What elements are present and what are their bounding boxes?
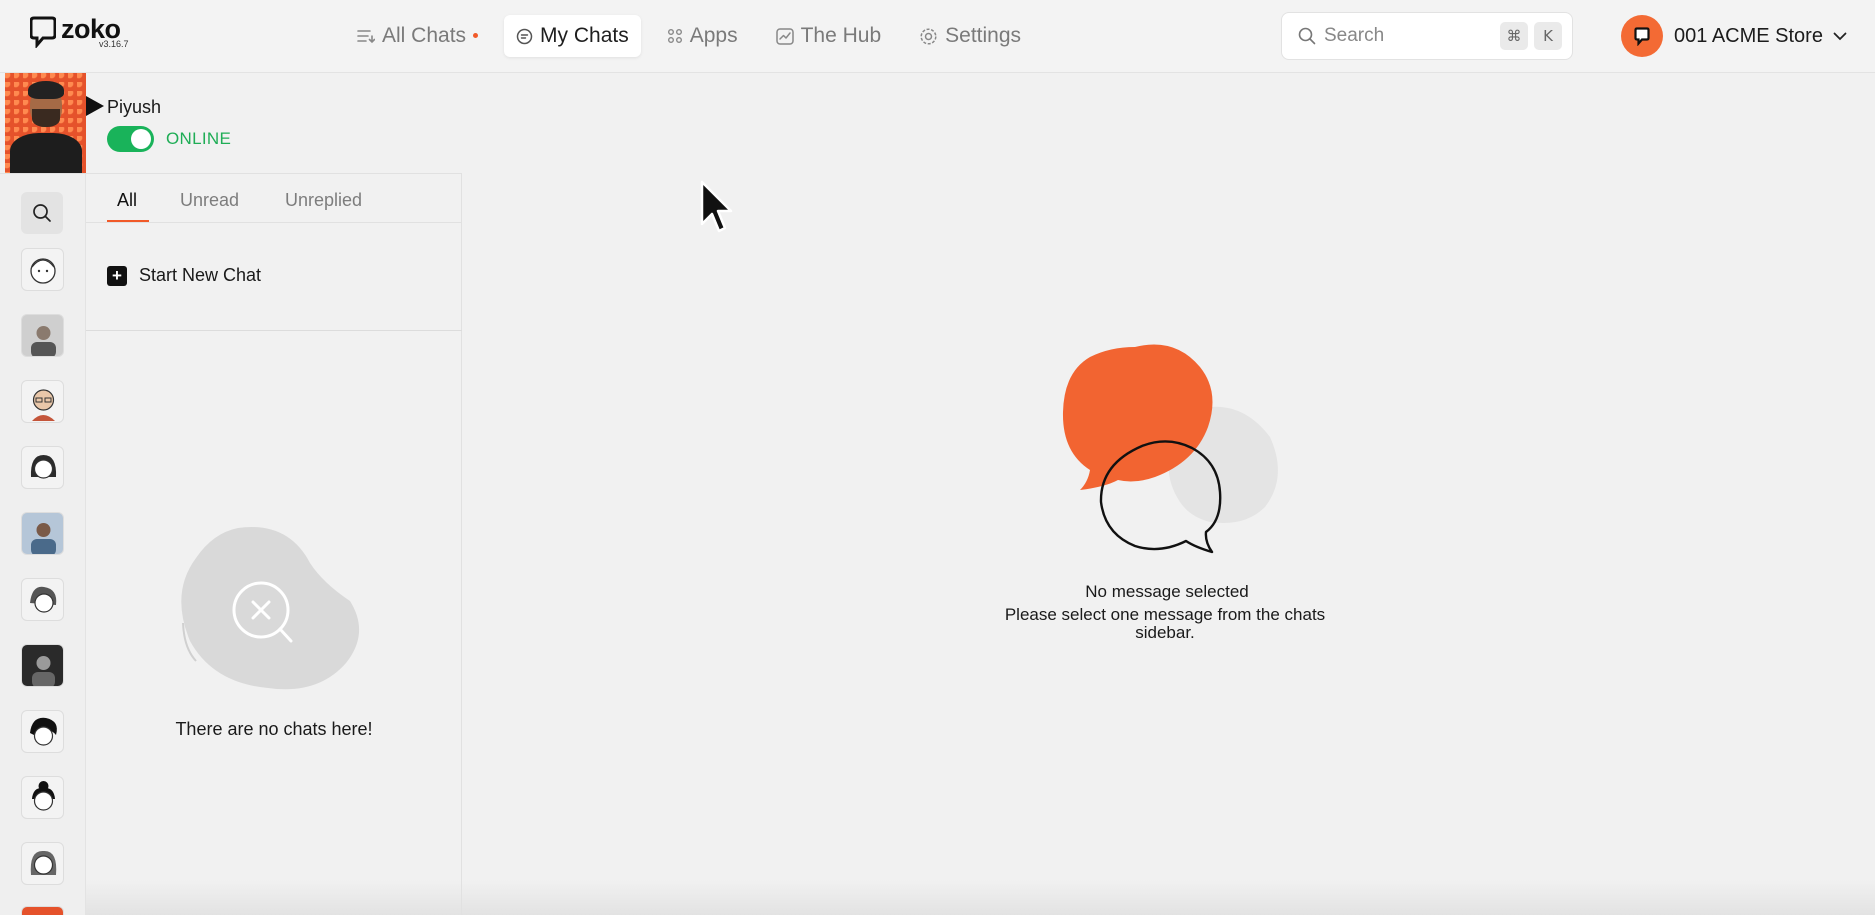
contact-avatar[interactable] <box>21 644 64 687</box>
contact-avatar[interactable] <box>21 380 64 423</box>
online-status-toggle[interactable] <box>107 126 154 152</box>
nav-the-hub[interactable]: The Hub <box>764 15 894 57</box>
store-name: 001 ACME Store <box>1674 24 1823 47</box>
user-name: Piyush <box>107 97 162 117</box>
empty-state-title: No message selected <box>1085 582 1249 601</box>
no-chats-illustration <box>178 523 363 703</box>
user-avatar[interactable] <box>5 73 86 173</box>
tab-unread[interactable]: Unread <box>180 190 239 211</box>
nav-apps[interactable]: Apps <box>655 15 750 57</box>
store-switcher[interactable]: 001 ACME Store <box>1621 15 1847 57</box>
nav-all-chats-label: All Chats <box>382 24 467 47</box>
app-version: v3.16.7 <box>99 39 129 49</box>
contact-avatar[interactable] <box>21 710 64 753</box>
unread-dot <box>473 32 479 38</box>
active-tab-indicator <box>107 220 149 222</box>
start-new-chat-button[interactable]: + Start New Chat <box>107 265 261 286</box>
contact-avatar[interactable] <box>21 776 64 819</box>
panel-divider <box>86 330 462 331</box>
empty-state-subtitle: Please select one message from the chats… <box>1004 605 1326 642</box>
search-icon <box>33 204 51 222</box>
contact-avatar[interactable] <box>21 248 64 291</box>
shortcut-k-key: K <box>1534 22 1562 50</box>
nav-apps-label: Apps <box>689 24 738 47</box>
apps-grid-icon <box>667 29 682 43</box>
rail-search-button[interactable] <box>21 192 63 234</box>
bottom-fade <box>86 880 1875 915</box>
tab-all[interactable]: All <box>117 190 137 211</box>
nav-my-chats[interactable]: My Chats <box>504 15 641 57</box>
online-status-label: ONLINE <box>166 129 232 148</box>
search-input[interactable] <box>1324 25 1494 47</box>
nav-my-chats-label: My Chats <box>540 24 629 47</box>
no-message-illustration <box>1060 342 1280 572</box>
chat-bubble-logo-icon <box>29 16 57 50</box>
global-search[interactable]: ⌘ K <box>1281 12 1573 60</box>
contact-avatar[interactable] <box>21 314 64 357</box>
contact-avatar[interactable] <box>21 578 64 621</box>
chart-icon <box>775 27 794 45</box>
store-avatar <box>1621 15 1663 57</box>
no-chats-message: There are no chats here! <box>175 719 373 739</box>
nav-settings-label: Settings <box>945 24 1022 47</box>
chevron-down-icon <box>1833 32 1847 40</box>
nav-the-hub-label: The Hub <box>800 24 882 47</box>
contact-avatar[interactable] <box>21 842 64 885</box>
top-bar: zoko v3.16.7 All Chats My Chats Apps The… <box>0 0 1875 73</box>
zoko-logo[interactable]: zoko v3.16.7 <box>29 16 129 50</box>
shortcut-cmd-key: ⌘ <box>1500 22 1528 50</box>
nav-all-chats[interactable]: All Chats <box>345 15 490 57</box>
nav-settings[interactable]: Settings <box>907 15 1033 57</box>
contact-avatar[interactable] <box>21 446 64 489</box>
contact-avatar[interactable] <box>21 906 64 915</box>
contact-avatar[interactable] <box>21 512 64 555</box>
chat-icon <box>516 28 533 44</box>
search-icon <box>1298 27 1316 45</box>
chat-list-panel: All Unread Unreplied + Start New Chat Th… <box>86 174 462 915</box>
profile-pointer-icon <box>86 96 104 116</box>
main-nav: All Chats My Chats Apps The Hub Settings <box>345 14 1047 58</box>
plus-icon: + <box>107 265 127 286</box>
tab-unreplied[interactable]: Unreplied <box>285 190 362 211</box>
mouse-cursor-icon <box>700 180 734 241</box>
gear-icon <box>920 27 937 45</box>
chat-filter-tabs: All Unread Unreplied <box>86 174 462 223</box>
store-logo-icon <box>1634 26 1650 46</box>
contact-avatar-rail <box>0 174 86 915</box>
list-filter-icon <box>357 30 375 44</box>
start-new-chat-label: Start New Chat <box>139 265 262 285</box>
